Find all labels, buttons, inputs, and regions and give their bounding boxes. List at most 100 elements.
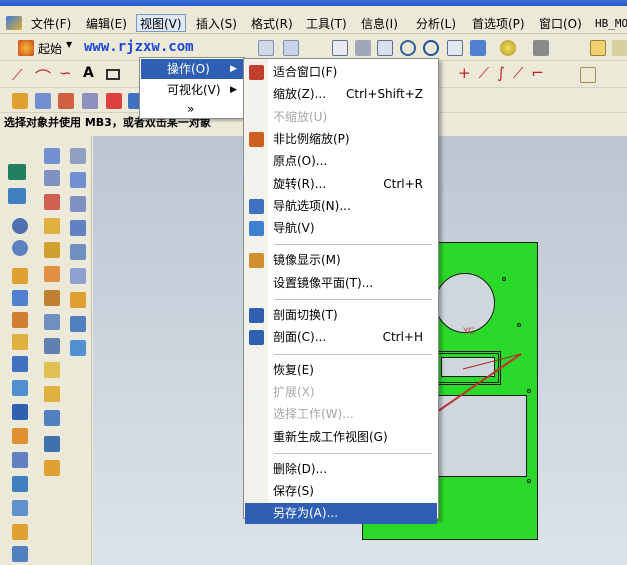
operation-menu-item[interactable]: 剖面切换(T) (245, 305, 437, 326)
layer-icon[interactable] (590, 40, 606, 56)
tool-shell-icon[interactable] (12, 380, 28, 396)
rotate-icon[interactable] (423, 40, 439, 56)
text-icon[interactable]: A (83, 65, 94, 81)
tool-edit1-icon[interactable] (70, 148, 86, 164)
tool-edit4-icon[interactable] (70, 220, 86, 236)
submenu-visualize[interactable]: 可视化(V) ▶ (141, 80, 243, 100)
operation-menu-item[interactable]: 导航(V) (245, 218, 437, 239)
tool-thread-icon[interactable] (12, 404, 28, 420)
tool-trim-icon[interactable] (12, 428, 28, 444)
operation-menu-item[interactable]: 重新生成工作视图(G) (245, 427, 437, 448)
start-button[interactable]: 起始 (38, 40, 62, 57)
operation-menu-item[interactable]: 剖面(C)... Ctrl+H (245, 327, 437, 348)
operation-menu-item[interactable]: 适合窗口(F) (245, 62, 437, 83)
snap-icon[interactable] (283, 40, 299, 56)
tool-surface2-icon[interactable] (44, 170, 60, 186)
zoom-box-icon[interactable] (355, 40, 371, 56)
tool-chamfer-icon[interactable] (12, 356, 28, 372)
tool-sphere2-icon[interactable] (12, 240, 28, 256)
tool-surface13-icon[interactable] (44, 436, 60, 452)
tool-edit7-icon[interactable] (70, 292, 86, 308)
tool-edit8-icon[interactable] (70, 316, 86, 332)
operation-menu-item: 扩展(X) (245, 382, 437, 403)
tool-sphere-icon[interactable] (12, 218, 28, 234)
view-orient-icon[interactable] (447, 40, 463, 56)
tool-edit9-icon[interactable] (70, 340, 86, 356)
tool-edit3-icon[interactable] (70, 196, 86, 212)
select-icon[interactable] (258, 40, 274, 56)
tool-edit2-icon[interactable] (70, 172, 86, 188)
tool-split-icon[interactable] (12, 452, 28, 468)
view-box-icon[interactable] (470, 40, 486, 56)
operation-menu-item[interactable]: 旋转(R)... Ctrl+R (245, 174, 437, 195)
tool-scale-icon[interactable] (12, 500, 28, 516)
tool-cyl-icon[interactable] (12, 290, 28, 306)
menu-info[interactable]: 信息(I) (358, 15, 401, 33)
spline-icon[interactable]: ∽ (59, 64, 72, 82)
feature-boss-icon[interactable] (82, 93, 98, 109)
tool-surface6-icon[interactable] (44, 266, 60, 282)
operation-menu-item[interactable]: 缩放(Z)... Ctrl+Shift+Z (245, 84, 437, 105)
start-dropdown-arrow[interactable]: ▼ (66, 40, 72, 49)
tool-edit5-icon[interactable] (70, 244, 86, 260)
sketch-icon[interactable] (580, 67, 596, 83)
tool-block-icon[interactable] (12, 268, 28, 284)
tool-edit6-icon[interactable] (70, 268, 86, 284)
menu-insert[interactable]: 插入(S) (193, 15, 240, 33)
tool-blend-icon[interactable] (12, 334, 28, 350)
menu-window[interactable]: 窗口(O) (536, 15, 585, 33)
operation-menu-item[interactable]: 另存为(A)... (245, 503, 437, 525)
curve-tools-icons[interactable]: +⟋∫⟋⌐ (458, 64, 552, 82)
tool-surface8-icon[interactable] (44, 314, 60, 330)
tool-surface14-icon[interactable] (44, 460, 60, 476)
operation-menu-item[interactable]: 设置镜像平面(T)... (245, 273, 437, 294)
operation-menu-item[interactable]: 镜像显示(M) (245, 250, 437, 271)
operation-menu-item[interactable]: 导航选项(N)... (245, 196, 437, 217)
ruler-icon[interactable] (612, 40, 627, 56)
fit-icon[interactable] (332, 40, 348, 56)
menu-edit[interactable]: 编辑(E) (83, 15, 130, 33)
arc-icon[interactable]: ⌒ (35, 64, 51, 88)
menu-analysis[interactable]: 分析(L) (413, 15, 459, 33)
menu-tools[interactable]: 工具(T) (303, 15, 350, 33)
tool-solid-icon[interactable] (8, 188, 26, 204)
menu-preferences[interactable]: 首选项(P) (469, 15, 528, 33)
tool-offset-icon[interactable] (12, 476, 28, 492)
feature-hole-icon[interactable] (58, 93, 74, 109)
feature-revolve-icon[interactable] (35, 93, 51, 109)
tool-surface11-icon[interactable] (44, 386, 60, 402)
menu-view[interactable]: 视图(V) (136, 14, 186, 32)
operation-menu-item[interactable]: 原点(O)... (245, 151, 437, 172)
tool-mirror-icon[interactable] (12, 546, 28, 562)
display-icon[interactable] (533, 40, 549, 56)
line-icon[interactable]: ⟋ (12, 66, 23, 84)
tool-cone-icon[interactable] (12, 312, 28, 328)
menu-hb[interactable]: HB_MOU (592, 15, 627, 33)
tool-surface3-icon[interactable] (44, 194, 60, 210)
operation-menu-item[interactable]: 保存(S) (245, 481, 437, 502)
operation-menu-item[interactable]: 恢复(E) (245, 360, 437, 381)
submenu-operation[interactable]: 操作(O) ▶ (141, 59, 243, 79)
zoom-icon[interactable] (400, 40, 416, 56)
rectangle-icon[interactable] (106, 69, 120, 80)
submenu-expand[interactable]: » (141, 99, 243, 119)
menu-format[interactable]: 格式(R) (248, 15, 296, 33)
tool-pattern-icon[interactable] (12, 524, 28, 540)
feature-pocket-icon[interactable] (106, 93, 122, 109)
tool-surface4-icon[interactable] (44, 218, 60, 234)
tool-surface9-icon[interactable] (44, 338, 60, 354)
feature-extrude-icon[interactable] (12, 93, 28, 109)
tool-surface12-icon[interactable] (44, 410, 60, 426)
menu-item-label: 缩放(Z)... (273, 87, 327, 102)
menu-file[interactable]: 文件(F) (28, 15, 74, 33)
operation-menu-item[interactable]: 删除(D)... (245, 459, 437, 480)
tool-surface-icon[interactable] (44, 148, 60, 164)
tool-surface5-icon[interactable] (44, 242, 60, 258)
shading-icon[interactable] (500, 40, 516, 56)
menu-item-label: 旋转(R)... (273, 176, 327, 191)
operation-menu-item[interactable]: 非比例缩放(P) (245, 129, 437, 150)
tool-surface10-icon[interactable] (44, 362, 60, 378)
zoom-window-icon[interactable] (377, 40, 393, 56)
tool-surface7-icon[interactable] (44, 290, 60, 306)
tool-shaded-icon[interactable] (8, 164, 26, 180)
